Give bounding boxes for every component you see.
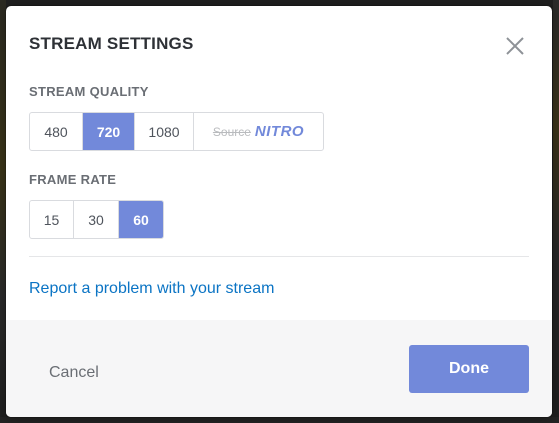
- close-icon[interactable]: [503, 34, 527, 58]
- background-app-right: [553, 0, 559, 423]
- frame-rate-label: FRAME RATE: [29, 172, 117, 187]
- modal-footer: Cancel Done: [6, 320, 552, 417]
- stream-settings-modal: STREAM SETTINGS STREAM QUALITY 480 720 1…: [6, 6, 552, 417]
- stream-quality-selector: 480 720 1080 Source NITRO: [29, 112, 324, 151]
- cancel-button[interactable]: Cancel: [49, 364, 99, 382]
- fps-option-15[interactable]: 15: [30, 201, 74, 238]
- source-label: Source: [212, 124, 251, 139]
- frame-rate-selector: 15 30 60: [29, 200, 164, 239]
- stream-quality-label: STREAM QUALITY: [29, 84, 149, 99]
- quality-option-720[interactable]: 720: [83, 113, 135, 150]
- report-problem-link[interactable]: Report a problem with your stream: [29, 280, 274, 298]
- quality-option-480[interactable]: 480: [30, 113, 83, 150]
- done-button[interactable]: Done: [409, 345, 529, 393]
- section-divider: [29, 256, 529, 257]
- modal-title: STREAM SETTINGS: [29, 34, 194, 53]
- quality-option-source: Source NITRO: [194, 113, 323, 150]
- nitro-badge: NITRO: [254, 123, 305, 140]
- quality-option-1080[interactable]: 1080: [135, 113, 194, 150]
- background-app-bottom: [0, 417, 559, 423]
- fps-option-60[interactable]: 60: [119, 201, 163, 238]
- fps-option-30[interactable]: 30: [74, 201, 119, 238]
